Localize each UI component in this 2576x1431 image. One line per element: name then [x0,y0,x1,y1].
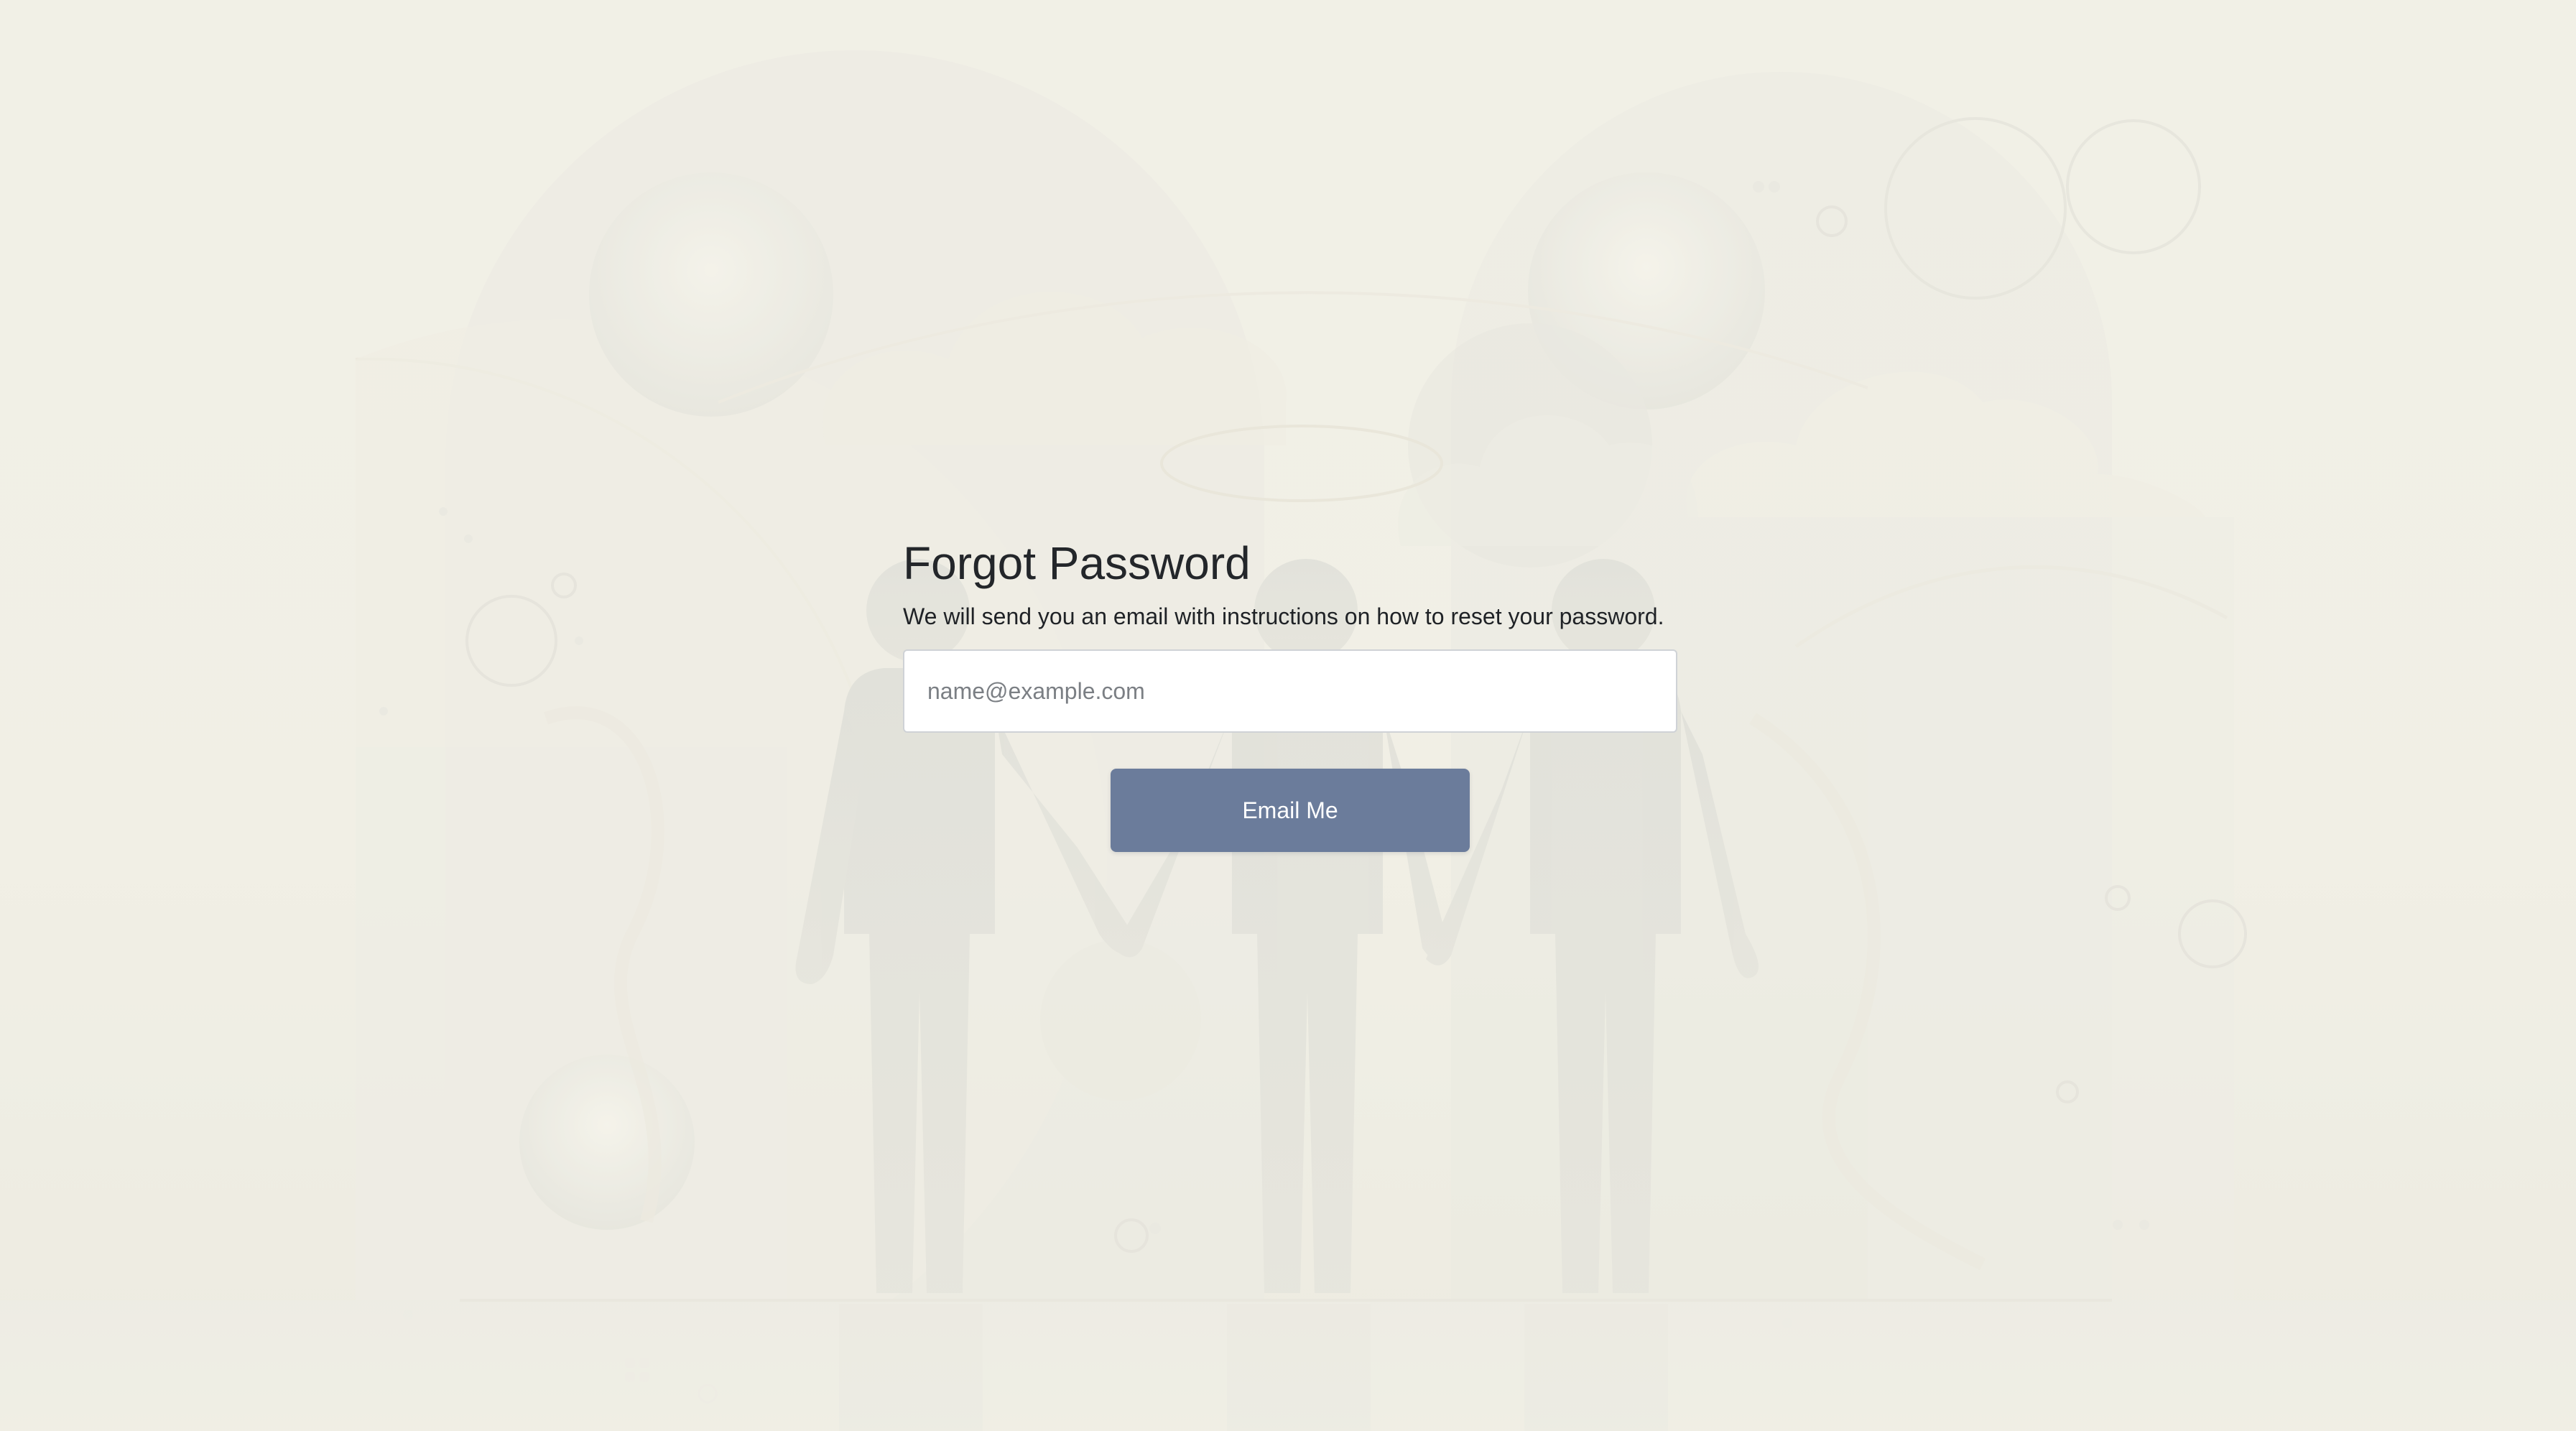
page-description: We will send you an email with instructi… [903,603,1664,629]
email-me-button[interactable]: Email Me [1111,769,1470,852]
forgot-password-form: Forgot Password We will send you an emai… [903,532,1677,852]
page-title: Forgot Password [903,537,1251,589]
email-input[interactable] [903,649,1677,733]
submit-row: Email Me [903,769,1677,852]
